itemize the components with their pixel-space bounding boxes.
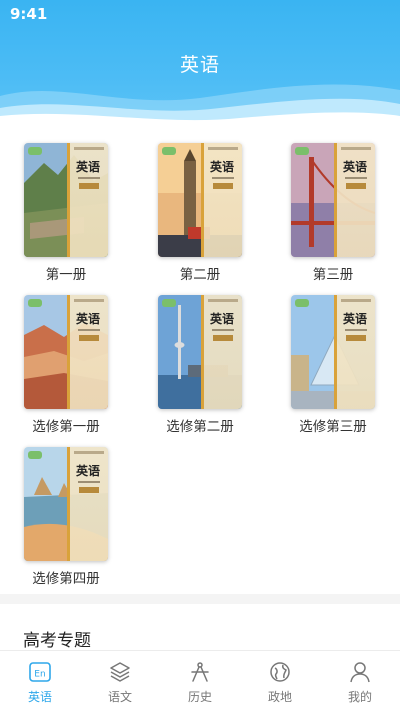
- section-title: 高考专题: [23, 631, 91, 651]
- page-title: 英语: [179, 54, 220, 76]
- book-item[interactable]: 英语 第一册: [11, 143, 121, 283]
- globe-icon: [270, 662, 290, 682]
- section-divider: [0, 594, 400, 604]
- bottom-nav: En 英语 语文 历史 政地 我的: [0, 650, 400, 711]
- book-cover: 英语: [291, 295, 375, 409]
- book-cover: 英语: [24, 447, 108, 561]
- book-label: 第三册: [312, 267, 354, 283]
- user-icon: [350, 662, 370, 683]
- layers-icon: [110, 662, 130, 682]
- book-item[interactable]: 英语 选修第三册: [278, 295, 388, 435]
- book-cover: 英语: [158, 295, 242, 409]
- nav-label: 政地: [267, 690, 292, 704]
- tab-history[interactable]: 历史: [160, 651, 240, 711]
- tab-politics-geo[interactable]: 政地: [240, 651, 320, 711]
- tab-english[interactable]: En 英语: [0, 651, 80, 711]
- header-wave: [0, 84, 400, 128]
- book-cover: 英语: [24, 295, 108, 409]
- book-cover: 英语: [24, 143, 108, 257]
- book-label: 选修第一册: [32, 419, 100, 435]
- nav-label: 我的: [347, 690, 372, 704]
- book-label: 选修第二册: [166, 419, 234, 435]
- svg-text:En: En: [34, 670, 45, 680]
- tab-profile[interactable]: 我的: [320, 651, 400, 711]
- tab-chinese[interactable]: 语文: [80, 651, 160, 711]
- nav-label: 语文: [107, 690, 132, 704]
- book-item[interactable]: 英语 第三册: [278, 143, 388, 283]
- book-label: 第二册: [179, 267, 221, 283]
- book-label: 选修第四册: [32, 571, 100, 587]
- book-item[interactable]: 英语 选修第二册: [145, 295, 255, 435]
- book-cover: 英语: [291, 143, 375, 257]
- nav-label: 历史: [187, 690, 212, 704]
- book-label: 第一册: [45, 267, 87, 283]
- book-label: 选修第三册: [299, 419, 367, 435]
- en-icon: En: [29, 662, 51, 682]
- book-item[interactable]: 英语 选修第四册: [11, 447, 121, 587]
- nav-label: 英语: [27, 690, 52, 704]
- book-item[interactable]: 英语 选修第一册: [11, 295, 121, 435]
- status-time: 9:41: [10, 5, 48, 23]
- compass-icon: [191, 662, 209, 682]
- header: 9:41 英语: [0, 0, 400, 128]
- book-item[interactable]: 英语 第二册: [145, 143, 255, 283]
- book-cover: 英语: [158, 143, 242, 257]
